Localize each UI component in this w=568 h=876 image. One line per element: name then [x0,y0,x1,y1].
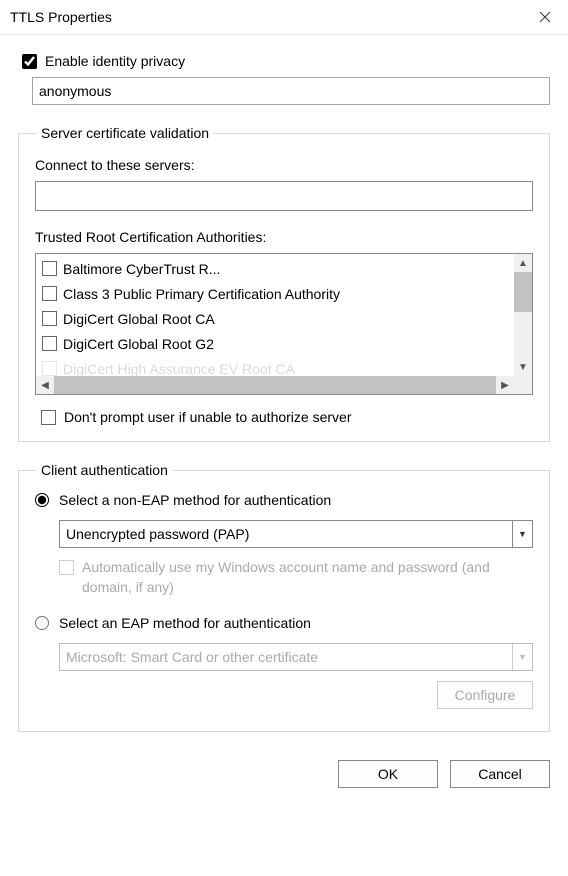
scroll-down-icon[interactable]: ▼ [514,358,532,376]
ca-item-label: DigiCert Global Root G2 [63,336,214,352]
enable-identity-privacy-label: Enable identity privacy [45,53,185,69]
list-item[interactable]: DigiCert High Assurance EV Root CA [36,356,514,376]
eap-label: Select an EAP method for authentication [59,615,311,631]
eap-selected-value: Microsoft: Smart Card or other certifica… [66,649,318,665]
scroll-corner [514,376,532,394]
chevron-down-icon: ▼ [512,521,532,547]
list-item[interactable]: DigiCert Global Root G2 [36,331,514,356]
close-button[interactable] [522,0,568,35]
auto-windows-label: Automatically use my Windows account nam… [82,558,533,597]
non-eap-selected-value: Unencrypted password (PAP) [66,526,249,542]
vertical-scrollbar[interactable]: ▲ ▼ [514,254,532,376]
eap-radio[interactable] [35,616,49,630]
server-validation-legend: Server certificate validation [37,125,213,141]
non-eap-method-select[interactable]: Unencrypted password (PAP) ▼ [59,520,533,548]
ok-button[interactable]: OK [338,760,438,788]
scroll-right-icon[interactable]: ▶ [496,376,514,394]
client-authentication-legend: Client authentication [37,462,172,478]
client-authentication-group: Client authentication Select a non-EAP m… [18,462,550,732]
list-item[interactable]: Baltimore CyberTrust R... [36,256,514,281]
ca-item-label: Baltimore CyberTrust R... [63,261,220,277]
titlebar: TTLS Properties [0,0,568,35]
chevron-down-icon: ▼ [512,644,532,670]
scroll-thumb[interactable] [54,376,496,394]
scroll-left-icon[interactable]: ◀ [36,376,54,394]
ca-checkbox[interactable] [42,361,57,376]
ca-item-label: Class 3 Public Primary Certification Aut… [63,286,340,302]
ca-item-label: DigiCert High Assurance EV Root CA [63,361,295,377]
eap-method-select: Microsoft: Smart Card or other certifica… [59,643,533,671]
scroll-thumb[interactable] [514,272,532,312]
cancel-button[interactable]: Cancel [450,760,550,788]
list-item[interactable]: DigiCert Global Root CA [36,306,514,331]
scroll-up-icon[interactable]: ▲ [514,254,532,272]
dont-prompt-label: Don't prompt user if unable to authorize… [64,409,352,425]
configure-button: Configure [437,681,533,709]
trusted-root-ca-list[interactable]: Baltimore CyberTrust R... Class 3 Public… [35,253,533,395]
horizontal-scrollbar[interactable]: ◀ ▶ [36,376,514,394]
identity-privacy-input[interactable] [32,77,550,105]
auto-windows-checkbox [59,560,74,575]
ca-checkbox[interactable] [42,311,57,326]
trusted-root-ca-label: Trusted Root Certification Authorities: [35,229,533,245]
ca-item-label: DigiCert Global Root CA [63,311,215,327]
ca-checkbox[interactable] [42,286,57,301]
non-eap-radio[interactable] [35,493,49,507]
ca-checkbox[interactable] [42,261,57,276]
connect-servers-label: Connect to these servers: [35,157,533,173]
server-certificate-validation-group: Server certificate validation Connect to… [18,125,550,442]
connect-servers-input[interactable] [35,181,533,211]
dont-prompt-checkbox[interactable] [41,410,56,425]
enable-identity-privacy-checkbox[interactable] [22,54,37,69]
ca-checkbox[interactable] [42,336,57,351]
list-item[interactable]: Class 3 Public Primary Certification Aut… [36,281,514,306]
close-icon [539,11,551,23]
non-eap-label: Select a non-EAP method for authenticati… [59,492,331,508]
window-title: TTLS Properties [10,9,112,25]
